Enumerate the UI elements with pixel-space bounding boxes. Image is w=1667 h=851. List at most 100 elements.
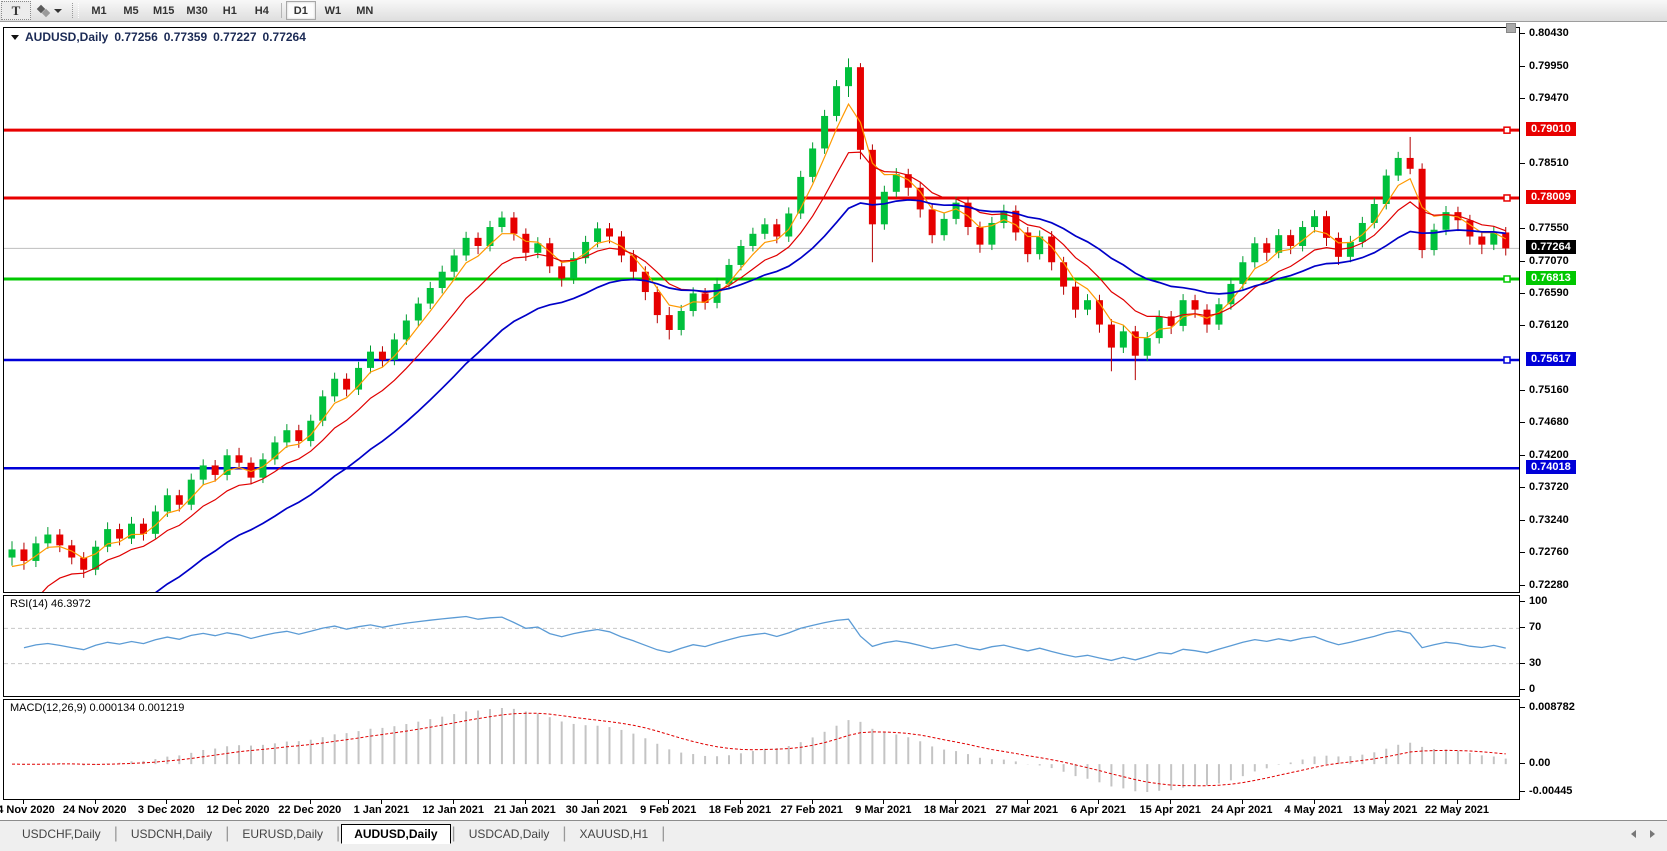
tab-scroll-right-icon[interactable] bbox=[1650, 830, 1655, 838]
candle-up bbox=[726, 265, 733, 284]
macd-canvas[interactable] bbox=[4, 700, 1519, 799]
macd-panel[interactable]: MACD(12,26,9) 0.000134 0.001219 bbox=[3, 699, 1520, 800]
tab-separator: | bbox=[114, 825, 118, 843]
axis-tick-mark bbox=[1520, 66, 1525, 67]
candle-down bbox=[1263, 243, 1270, 252]
candle-down bbox=[630, 255, 637, 271]
price-level-badge: 0.76813 bbox=[1526, 271, 1576, 285]
candle-up bbox=[44, 535, 51, 544]
date-label: 30 Jan 2021 bbox=[566, 804, 628, 816]
candle-up bbox=[1311, 216, 1318, 227]
date-label: 27 Mar 2021 bbox=[996, 804, 1058, 816]
hline-handle[interactable] bbox=[1504, 276, 1510, 282]
chart-tab-eurusd[interactable]: EURUSD,Daily bbox=[230, 825, 335, 843]
candle-down bbox=[1478, 237, 1485, 245]
timeframe-button-m1[interactable]: M1 bbox=[84, 1, 114, 20]
axis-tick-mark bbox=[1520, 228, 1525, 229]
date-label: 3 Dec 2020 bbox=[138, 804, 195, 816]
rsi-label: RSI(14) 46.3972 bbox=[10, 598, 91, 610]
hline-handle[interactable] bbox=[1504, 357, 1510, 363]
chart-tab-usdcad[interactable]: USDCAD,Daily bbox=[457, 825, 562, 843]
candle-down bbox=[343, 379, 350, 390]
candle-down bbox=[558, 266, 565, 278]
rsi-canvas[interactable] bbox=[4, 596, 1519, 696]
hline-handle[interactable] bbox=[1504, 127, 1510, 133]
price-axis[interactable]: 0.804300.799500.794700.785100.775500.770… bbox=[1520, 27, 1667, 593]
symbol-label: AUDUSD,Daily bbox=[25, 30, 108, 44]
axis-tick-mark bbox=[1520, 689, 1525, 690]
timeframe-button-w1[interactable]: W1 bbox=[318, 1, 348, 20]
candle-down bbox=[857, 67, 864, 150]
date-label: 4 May 2021 bbox=[1284, 804, 1342, 816]
axis-tick-mark bbox=[1520, 520, 1525, 521]
date-label: 24 Apr 2021 bbox=[1211, 804, 1272, 816]
candle-down bbox=[510, 218, 517, 234]
timeframe-button-m5[interactable]: M5 bbox=[116, 1, 146, 20]
chart-tab-usdcnh[interactable]: USDCNH,Daily bbox=[119, 825, 224, 843]
rsi-axis[interactable]: 10070300 bbox=[1520, 595, 1667, 697]
candle-up bbox=[761, 224, 768, 233]
candle-up bbox=[259, 459, 266, 477]
tab-scroll-left-icon[interactable] bbox=[1631, 830, 1636, 838]
candle-down bbox=[1323, 216, 1330, 238]
date-label: 22 May 2021 bbox=[1425, 804, 1489, 816]
candle-up bbox=[1239, 262, 1246, 284]
candle-down bbox=[56, 535, 63, 546]
timeframe-button-m30[interactable]: M30 bbox=[181, 1, 212, 20]
chart-tab-usdchf[interactable]: USDCHF,Daily bbox=[10, 825, 113, 843]
price-tick-label: 0.77550 bbox=[1529, 222, 1569, 234]
chart-tab-xauusd[interactable]: XAUUSD,H1 bbox=[568, 825, 661, 843]
candle-up bbox=[845, 67, 852, 86]
candle-up bbox=[1275, 235, 1282, 253]
chart-shift-marker[interactable] bbox=[1506, 23, 1516, 33]
candle-down bbox=[116, 529, 123, 538]
chevron-down-icon bbox=[54, 9, 62, 13]
main-chart-panel[interactable]: AUDUSD,Daily 0.77256 0.77359 0.77227 0.7… bbox=[3, 27, 1520, 593]
axis-tick-mark bbox=[1520, 325, 1525, 326]
date-label: 27 Feb 2021 bbox=[780, 804, 842, 816]
timeframe-button-mn[interactable]: MN bbox=[350, 1, 380, 20]
tab-separator: | bbox=[336, 825, 340, 843]
quote-open: 0.77256 bbox=[114, 30, 157, 44]
timeframe-button-h4[interactable]: H4 bbox=[247, 1, 277, 20]
candle-up bbox=[1144, 338, 1151, 356]
price-tick-label: 0.79470 bbox=[1529, 92, 1569, 104]
hline-handle[interactable] bbox=[1504, 195, 1510, 201]
timeframe-button-m15[interactable]: M15 bbox=[148, 1, 179, 20]
candle-down bbox=[212, 465, 219, 474]
date-label: 18 Feb 2021 bbox=[709, 804, 771, 816]
macd-tick-label: 0.00 bbox=[1529, 757, 1550, 769]
timeframe-button-h1[interactable]: H1 bbox=[215, 1, 245, 20]
candle-down bbox=[1502, 232, 1509, 248]
candle-down bbox=[1108, 325, 1115, 348]
toolbar-separator bbox=[281, 3, 282, 18]
candle-up bbox=[415, 304, 422, 321]
trading-platform-window: T M1M5M15M30H1H4 D1W1MN AUDUSD,Daily 0.77… bbox=[0, 0, 1667, 851]
toolbar-grip[interactable] bbox=[72, 3, 79, 18]
candle-up bbox=[403, 320, 410, 339]
macd-axis[interactable]: 0.0087820.00-0.00445 bbox=[1520, 699, 1667, 800]
timeframe-button-d1[interactable]: D1 bbox=[286, 1, 316, 20]
candle-up bbox=[749, 234, 756, 246]
rsi-panel[interactable]: RSI(14) 46.3972 bbox=[3, 595, 1520, 697]
candle-up bbox=[451, 255, 458, 271]
price-level-badge: 0.78009 bbox=[1526, 190, 1576, 204]
candle-up bbox=[1156, 316, 1163, 338]
text-tool-button[interactable]: T bbox=[1, 1, 31, 20]
axis-tick-mark bbox=[1520, 261, 1525, 262]
candle-up bbox=[1180, 300, 1187, 326]
date-axis[interactable]: 14 Nov 202024 Nov 20203 Dec 202012 Dec 2… bbox=[3, 801, 1520, 819]
symbol-dropdown-icon[interactable] bbox=[11, 35, 19, 40]
candle-up bbox=[487, 227, 494, 246]
cursor-mode-button[interactable] bbox=[33, 1, 67, 20]
date-label: 6 Apr 2021 bbox=[1071, 804, 1126, 816]
candle-down bbox=[379, 352, 386, 360]
candle-down bbox=[1192, 300, 1199, 309]
candle-down bbox=[869, 150, 876, 225]
price-chart-canvas[interactable] bbox=[4, 28, 1519, 592]
candle-down bbox=[20, 549, 27, 561]
chart-tab-audusd[interactable]: AUDUSD,Daily bbox=[341, 824, 450, 844]
candle-up bbox=[594, 228, 601, 242]
date-label: 9 Feb 2021 bbox=[640, 804, 696, 816]
candle-down bbox=[654, 292, 661, 315]
